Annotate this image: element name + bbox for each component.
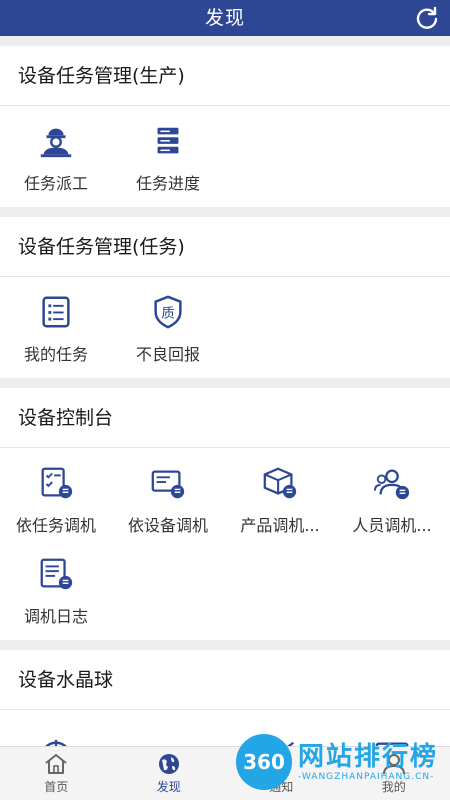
- item-label: 人员调机...: [352, 515, 432, 535]
- item-defect-report[interactable]: 质 不良回报: [112, 283, 224, 374]
- section-production-tasks: 设备任务管理(生产) 任务派工 任务进度: [0, 46, 450, 207]
- gauge-icon: [149, 738, 187, 747]
- section-device-console: 设备控制台 依任务调机 依设备调机 产品调机... 人员调机... 调机日志: [0, 388, 450, 640]
- watermark-title: 网站排行榜: [298, 742, 439, 772]
- item-adjust-log[interactable]: 调机日志: [0, 545, 112, 636]
- log-icon: [40, 558, 73, 589]
- shield-quality-icon: 质: [154, 294, 182, 329]
- page-title: 发现: [204, 7, 245, 29]
- item-label: 调机日志: [23, 606, 88, 626]
- worker-icon: [40, 128, 72, 157]
- item-label: 任务进度: [135, 173, 200, 193]
- item-task-progress[interactable]: 任务进度: [112, 112, 224, 203]
- quality-glyph: 质: [161, 305, 174, 321]
- tab-discover[interactable]: 发现: [113, 747, 226, 800]
- refresh-icon[interactable]: [414, 5, 440, 31]
- item-label: 不良回报: [135, 344, 200, 364]
- task-adjust-icon: [41, 467, 73, 498]
- section-title: 设备任务管理(生产): [0, 46, 450, 106]
- item-adjust-by-personnel[interactable]: 人员调机...: [336, 454, 448, 545]
- watermark: 360 网站排行榜 -WANGZHANPAIHANG.CN-: [236, 734, 446, 794]
- list-icon: [42, 296, 70, 327]
- item-task-dispatch[interactable]: 任务派工: [0, 112, 112, 203]
- item-adjust-by-task[interactable]: 依任务调机: [0, 454, 112, 545]
- item-label: 依任务调机: [15, 515, 96, 535]
- stack-icon: [157, 127, 179, 153]
- item-adjust-by-product[interactable]: 产品调机...: [224, 454, 336, 545]
- section-task-management: 设备任务管理(任务) 我的任务 质 不良回报: [0, 217, 450, 378]
- top-bar: 发现: [0, 0, 450, 36]
- people-adjust-icon: [373, 469, 410, 499]
- section-device-crystal-ball: 设备水晶球: [0, 650, 450, 746]
- watermark-subtitle: -WANGZHANPAIHANG.CN-: [298, 772, 435, 782]
- target-icon: [44, 739, 68, 746]
- tab-label: 发现: [156, 780, 181, 794]
- item-label: 依设备调机: [127, 515, 208, 535]
- item-label: 我的任务: [23, 344, 88, 364]
- box-adjust-icon: [263, 467, 297, 498]
- section-title: 设备控制台: [0, 388, 450, 448]
- tab-home[interactable]: 首页: [0, 747, 113, 800]
- device-adjust-icon: [151, 469, 185, 498]
- item-label: 产品调机...: [240, 515, 320, 535]
- tab-label: 首页: [44, 780, 69, 794]
- section-title: 设备任务管理(任务): [0, 217, 450, 277]
- item-label: 任务派工: [23, 173, 88, 193]
- home-icon: [45, 754, 67, 774]
- item-adjust-by-device[interactable]: 依设备调机: [112, 454, 224, 545]
- item-target[interactable]: [0, 716, 112, 746]
- discover-content[interactable]: 设备任务管理(生产) 任务派工 任务进度 设备任务管理(任务) 我的任务 质 不…: [0, 36, 450, 746]
- section-title: 设备水晶球: [0, 650, 450, 710]
- item-gauge[interactable]: [112, 716, 224, 746]
- item-my-tasks[interactable]: 我的任务: [0, 283, 112, 374]
- globe-icon: [158, 754, 179, 774]
- watermark-logo: 360: [236, 734, 292, 790]
